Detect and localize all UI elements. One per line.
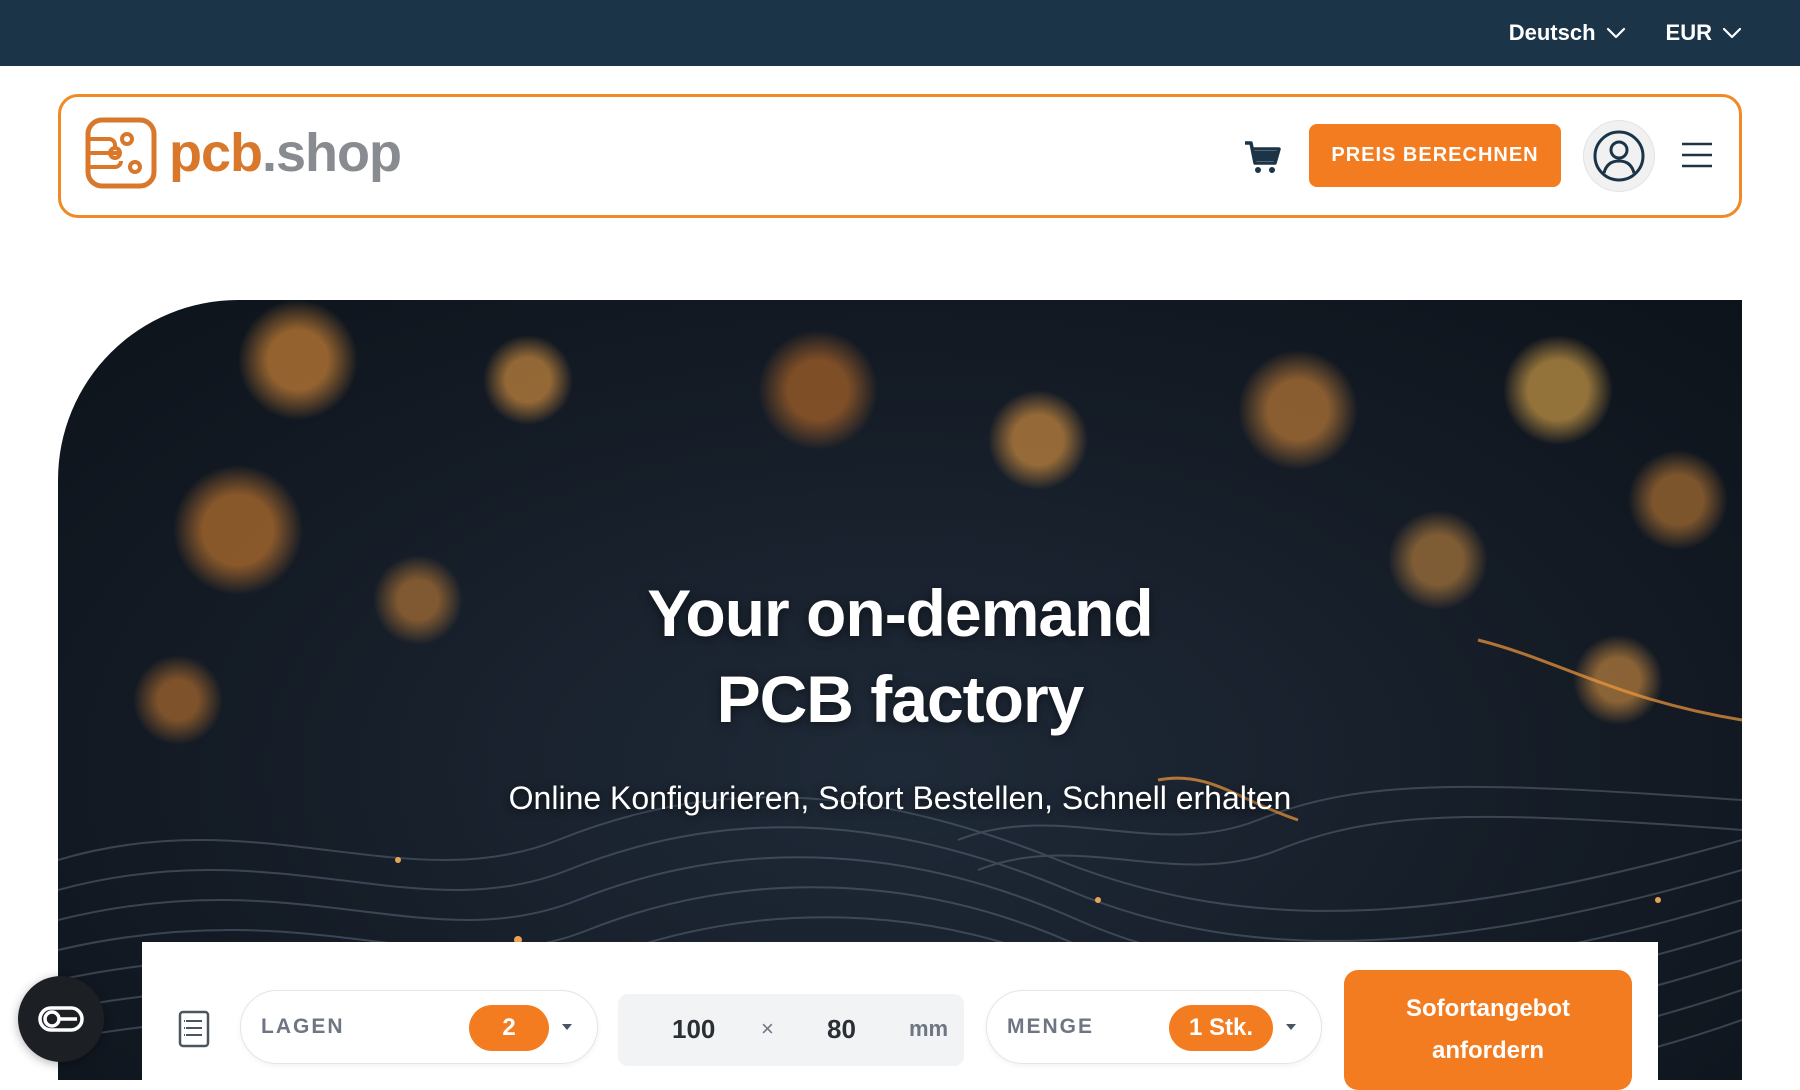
quote-label-line1: Sofortangebot <box>1406 995 1570 1022</box>
chevron-down-icon <box>1722 27 1742 39</box>
logo-prefix: pcb <box>169 123 263 183</box>
quantity-value: 1 Stk. <box>1169 1005 1273 1051</box>
currency-label: EUR <box>1665 20 1712 45</box>
top-bar: Deutsch EUR <box>0 0 1800 66</box>
logo-icon <box>85 117 157 189</box>
caret-down-icon <box>1286 1024 1296 1030</box>
unit-label: mm <box>909 1016 949 1041</box>
site-header: pcb.shop PREIS BERECHNEN <box>58 94 1742 218</box>
height-field[interactable]: 80 <box>827 1014 856 1045</box>
quantity-select[interactable]: MENGE 1 Stk. <box>986 990 1322 1064</box>
hero-title: Your on-demand PCB factory <box>58 570 1742 742</box>
dimensions-input: 100 × 80 mm <box>618 994 964 1066</box>
cart-icon[interactable] <box>1243 139 1281 175</box>
accessibility-toggle-icon <box>38 1006 84 1032</box>
language-selector[interactable]: Deutsch <box>1509 20 1626 46</box>
hero-title-line2: PCB factory <box>716 662 1085 736</box>
quantity-label: MENGE <box>1007 1015 1095 1038</box>
layers-label: LAGEN <box>261 1015 345 1038</box>
accessibility-button[interactable] <box>18 976 104 1062</box>
logo[interactable]: pcb.shop <box>85 117 402 189</box>
logo-text: pcb.shop <box>169 123 402 183</box>
instant-quote-button[interactable]: Sofortangebot anfordern <box>1344 970 1632 1090</box>
layers-select[interactable]: LAGEN 2 <box>240 990 598 1064</box>
hero-subtitle: Online Konfigurieren, Sofort Bestellen, … <box>508 780 1292 816</box>
logo-suffix: .shop <box>262 123 402 183</box>
account-button[interactable] <box>1584 121 1654 191</box>
currency-selector[interactable]: EUR <box>1666 20 1742 46</box>
language-label: Deutsch <box>1508 20 1596 45</box>
times-symbol: × <box>761 1016 774 1041</box>
pcb-configurator: LAGEN 2 100 × 80 mm MENGE 1 Stk. Soforta… <box>142 942 1658 1090</box>
calculate-price-button[interactable]: PREIS BERECHNEN <box>1309 124 1561 187</box>
user-icon <box>1593 130 1645 182</box>
layers-value: 2 <box>469 1005 549 1051</box>
quote-label-line2: anfordern <box>1431 1037 1544 1064</box>
hero-title-line1: Your on-demand <box>647 576 1153 650</box>
width-field[interactable]: 100 <box>672 1014 715 1045</box>
list-icon[interactable] <box>178 1010 210 1048</box>
menu-icon[interactable] <box>1681 141 1713 169</box>
chevron-down-icon <box>1606 27 1625 39</box>
caret-down-icon <box>562 1024 572 1030</box>
